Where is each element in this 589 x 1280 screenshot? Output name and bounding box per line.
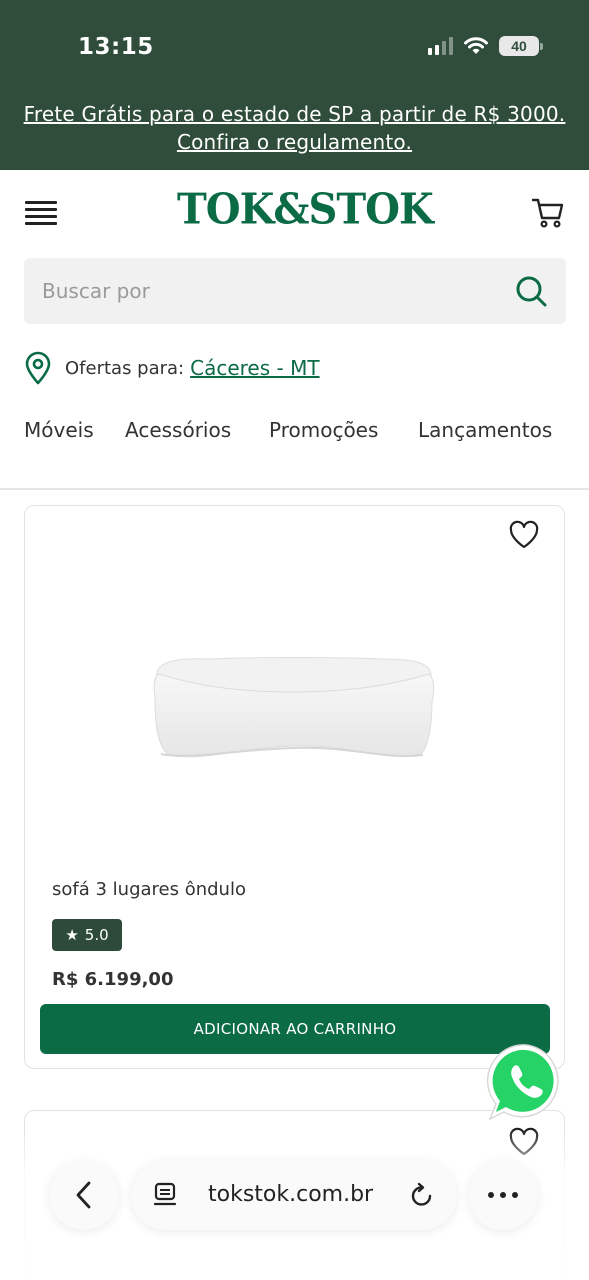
chevron-left-icon — [76, 1181, 91, 1209]
wifi-icon — [464, 37, 488, 54]
nav-acessorios[interactable]: Acessórios — [125, 418, 269, 442]
site-header: TOK&STOK — [0, 170, 589, 255]
location-selector: Ofertas para: Cáceres - MT — [24, 350, 320, 386]
cart-icon[interactable] — [530, 194, 566, 230]
top-banner-area: 13:15 40 Frete Grátis para o estado de S… — [0, 0, 589, 170]
star-icon: ★ — [65, 926, 79, 944]
page-menu-icon[interactable] — [153, 1182, 179, 1208]
product-name[interactable]: sofá 3 lugares ôndulo — [52, 879, 246, 900]
heart-icon[interactable] — [508, 520, 540, 550]
add-to-cart-button[interactable]: ADICIONAR AO CARRINHO — [40, 1004, 550, 1054]
product-image[interactable] — [151, 654, 435, 764]
rating-value: 5.0 — [84, 926, 109, 944]
browser-more-button[interactable] — [468, 1160, 538, 1230]
hamburger-menu-button[interactable] — [25, 201, 57, 225]
nav-lancamentos[interactable]: Lançamentos — [418, 418, 552, 442]
search-icon[interactable] — [514, 274, 548, 308]
browser-back-button[interactable] — [49, 1160, 119, 1230]
status-icons: 40 — [428, 36, 543, 56]
status-bar: 13:15 40 — [0, 0, 589, 95]
promo-line-2[interactable]: Confira o regulamento. — [0, 128, 589, 156]
more-icon — [488, 1192, 518, 1198]
category-nav: Móveis Acessórios Promoções Lançamentos — [24, 418, 552, 442]
product-price: R$ 6.199,00 — [52, 969, 174, 990]
location-pin-icon — [25, 351, 51, 385]
promo-line-1[interactable]: Frete Grátis para o estado de SP a parti… — [0, 100, 589, 128]
rating-badge: ★ 5.0 — [52, 919, 122, 951]
whatsapp-icon[interactable] — [486, 1042, 566, 1122]
nav-promocoes[interactable]: Promoções — [269, 418, 418, 442]
nav-divider — [0, 488, 589, 490]
reload-icon[interactable] — [409, 1182, 435, 1208]
url-text[interactable]: tokstok.com.br — [208, 1182, 373, 1207]
tokstok-logo[interactable]: TOK&STOK — [177, 186, 434, 233]
location-label: Ofertas para: — [65, 357, 185, 379]
browser-address-bar[interactable]: tokstok.com.br — [131, 1160, 457, 1230]
search-input[interactable] — [42, 258, 482, 324]
nav-moveis[interactable]: Móveis — [24, 418, 125, 442]
promo-banner[interactable]: Frete Grátis para o estado de SP a parti… — [0, 100, 589, 156]
signal-icon — [428, 37, 453, 55]
location-city-link[interactable]: Cáceres - MT — [190, 356, 319, 380]
battery-icon: 40 — [499, 36, 543, 56]
search-bar — [24, 258, 566, 324]
status-time: 13:15 — [78, 34, 154, 60]
product-card[interactable]: sofá 3 lugares ôndulo ★ 5.0 R$ 6.199,00 … — [24, 505, 565, 1069]
